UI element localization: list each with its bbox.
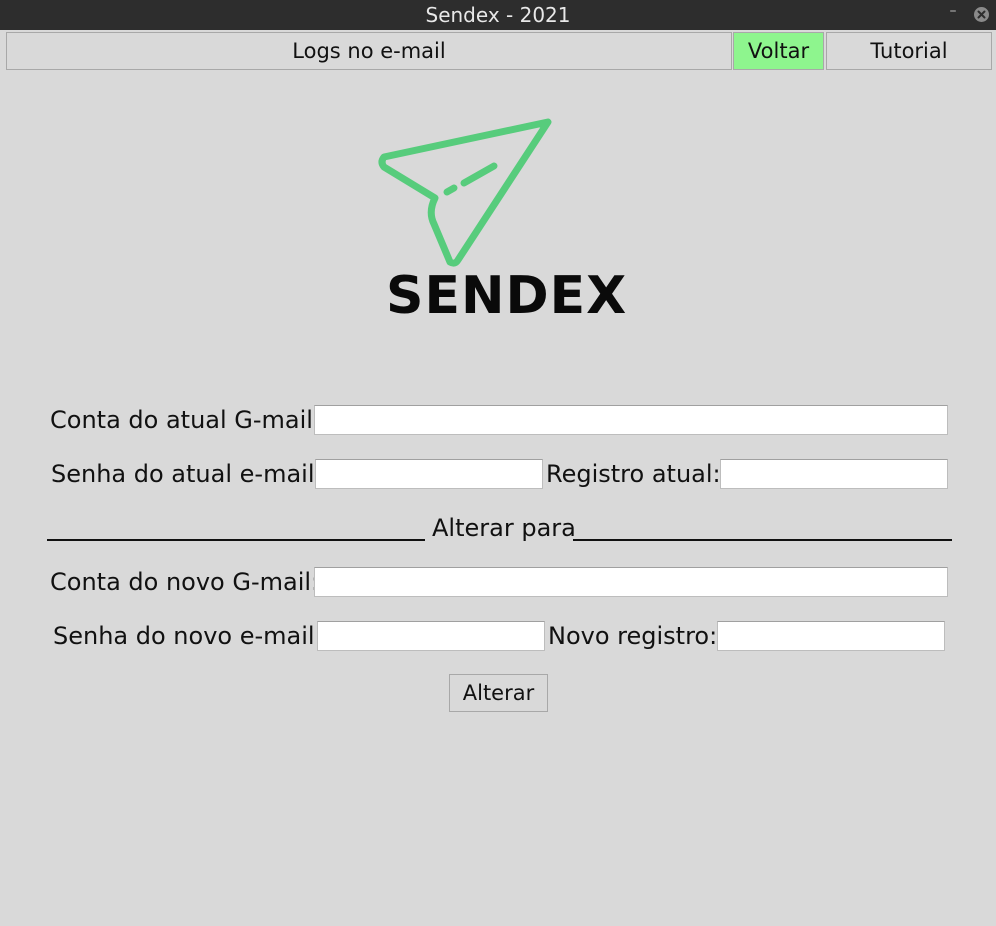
window-title: Sendex - 2021 (425, 3, 571, 27)
new-account-field[interactable] (314, 567, 948, 597)
current-password-field[interactable] (315, 459, 543, 489)
current-account-field[interactable] (314, 405, 948, 435)
new-registry-field[interactable] (717, 621, 945, 651)
sendex-logo: SENDEX (370, 112, 630, 327)
new-password-label: Senha do novo e-mail: (53, 622, 323, 650)
back-button[interactable]: Voltar (733, 32, 824, 70)
divider-label: Alterar para (432, 514, 576, 542)
close-icon[interactable] (974, 7, 989, 22)
new-account-input[interactable] (315, 568, 947, 596)
current-registry-field[interactable] (720, 459, 948, 489)
paper-plane-icon (378, 118, 552, 267)
current-account-label: Conta do atual G-mail: (50, 406, 322, 434)
logo-text: SENDEX (386, 266, 628, 326)
divider-line-left (47, 539, 425, 541)
current-account-input[interactable] (315, 406, 947, 434)
current-password-input[interactable] (316, 460, 542, 488)
current-password-label: Senha do atual e-mail: (51, 460, 323, 488)
new-account-label: Conta do novo G-mail: (50, 568, 320, 596)
logs-email-button[interactable]: Logs no e-mail (6, 32, 732, 70)
new-registry-input[interactable] (718, 622, 944, 650)
new-password-input[interactable] (318, 622, 544, 650)
current-registry-label: Registro atual: (546, 460, 721, 488)
alterar-button[interactable]: Alterar (449, 674, 548, 712)
minimize-icon[interactable]: – (946, 4, 960, 18)
tutorial-button[interactable]: Tutorial (826, 32, 992, 70)
divider-line-right (573, 539, 952, 541)
new-registry-label: Novo registro: (548, 622, 718, 650)
new-password-field[interactable] (317, 621, 545, 651)
window-titlebar: Sendex - 2021 – (0, 0, 996, 30)
current-registry-input[interactable] (721, 460, 947, 488)
